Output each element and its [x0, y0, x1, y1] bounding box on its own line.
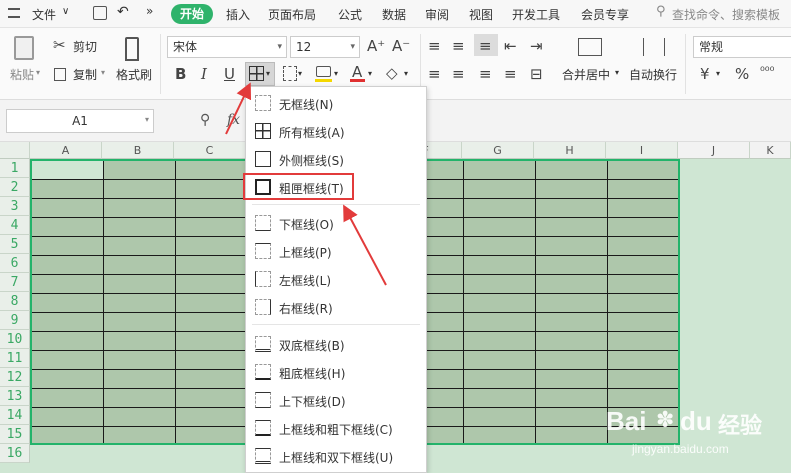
watermark-product: 经验 [718, 414, 763, 439]
watermark-brand: Bai [606, 406, 647, 436]
paw-icon: ✽ [656, 408, 675, 433]
arrow-to-border-button [225, 82, 252, 135]
watermark-brand-suffix: du [680, 406, 712, 436]
baidu-watermark: Bai ✽ du 经验 jingyan.baidu.com [606, 406, 786, 466]
watermark-url: jingyan.baidu.com [632, 442, 729, 456]
arrow-to-thick-box-border [343, 204, 387, 286]
annotation-arrows [225, 82, 387, 286]
